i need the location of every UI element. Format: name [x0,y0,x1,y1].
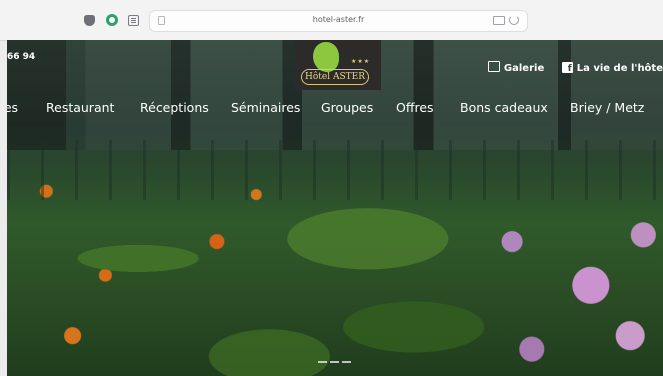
nav-item-bons-cadeaux[interactable]: Bons cadeaux [460,100,548,115]
website-viewport: 66 94 ★★★ Hôtel ASTER Galerie La vie de … [7,40,663,376]
facebook-label: La vie de l'hôte [576,63,663,74]
address-bar[interactable]: hotel-aster.fr [149,10,528,32]
leaf-icon [313,42,339,72]
facebook-icon [561,62,573,74]
nav-item-chambres[interactable]: res [7,100,18,115]
nav-item-groupes[interactable]: Groupes [321,100,373,115]
hotel-logo[interactable]: ★★★ Hôtel ASTER [295,40,381,90]
gallery-label: Galerie [503,63,545,74]
slider-dot[interactable] [318,361,327,363]
nav-item-receptions[interactable]: Réceptions [140,100,209,115]
browser-window: hotel-aster.fr 66 94 ★★★ Hôtel ASTER Gal… [0,0,663,376]
extension-icon[interactable] [106,14,118,26]
url-text[interactable]: hotel-aster.fr [150,15,527,24]
reload-icon[interactable] [509,15,519,25]
reader-view-icon[interactable] [128,15,139,26]
star-rating: ★★★ [351,58,371,65]
logo-name: Hôtel ASTER [301,69,369,85]
nav-item-briey-metz[interactable]: Briey / Metz [570,100,644,115]
gallery-icon [487,61,500,72]
garden-foliage [7,180,663,376]
gallery-link[interactable]: Galerie [487,61,545,74]
privacy-shield-icon[interactable] [84,15,95,26]
phone-number[interactable]: 66 94 [7,52,35,62]
nav-item-restaurant[interactable]: Restaurant [46,100,114,115]
top-links: Galerie La vie de l'hôte [474,61,663,74]
translate-icon[interactable] [493,16,505,25]
slider-dot[interactable] [342,361,351,363]
nav-item-seminaires[interactable]: Séminaires [231,100,300,115]
slider-pagination [318,348,354,367]
facebook-link[interactable]: La vie de l'hôte [561,62,663,74]
slider-dot[interactable] [330,361,339,363]
browser-toolbar: hotel-aster.fr [0,0,663,41]
nav-item-offres[interactable]: Offres [396,100,434,115]
